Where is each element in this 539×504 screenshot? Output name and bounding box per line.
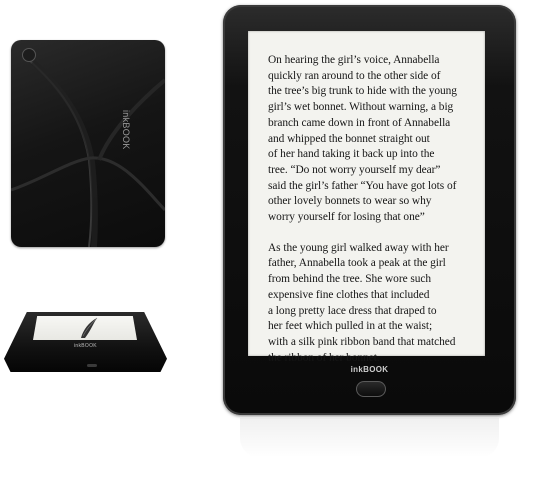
bottom-screen [33, 316, 137, 340]
back-texture-lines [11, 59, 165, 247]
front-logo: inkBOOK [350, 365, 389, 374]
home-button-icon[interactable] [356, 381, 386, 397]
feather-icon [81, 317, 98, 338]
ereader-screen: On hearing the girl’s voice, Annabella q… [248, 31, 485, 364]
screen-paragraph-2: As the young girl walked away with her f… [268, 241, 456, 364]
ereader-bottom-view: inkBOOK [4, 304, 167, 374]
reflection [240, 418, 499, 458]
back-logo: inkBOOK [121, 110, 131, 150]
bottom-logo: inkBOOK [74, 343, 97, 349]
usb-port-icon[interactable] [87, 364, 97, 367]
ereader-front-view: On hearing the girl’s voice, Annabella q… [223, 5, 516, 415]
screen-paragraph-1: On hearing the girl’s voice, Annabella q… [268, 54, 457, 224]
ereader-back-view: inkBOOK [11, 40, 165, 247]
power-icon[interactable] [22, 48, 36, 62]
